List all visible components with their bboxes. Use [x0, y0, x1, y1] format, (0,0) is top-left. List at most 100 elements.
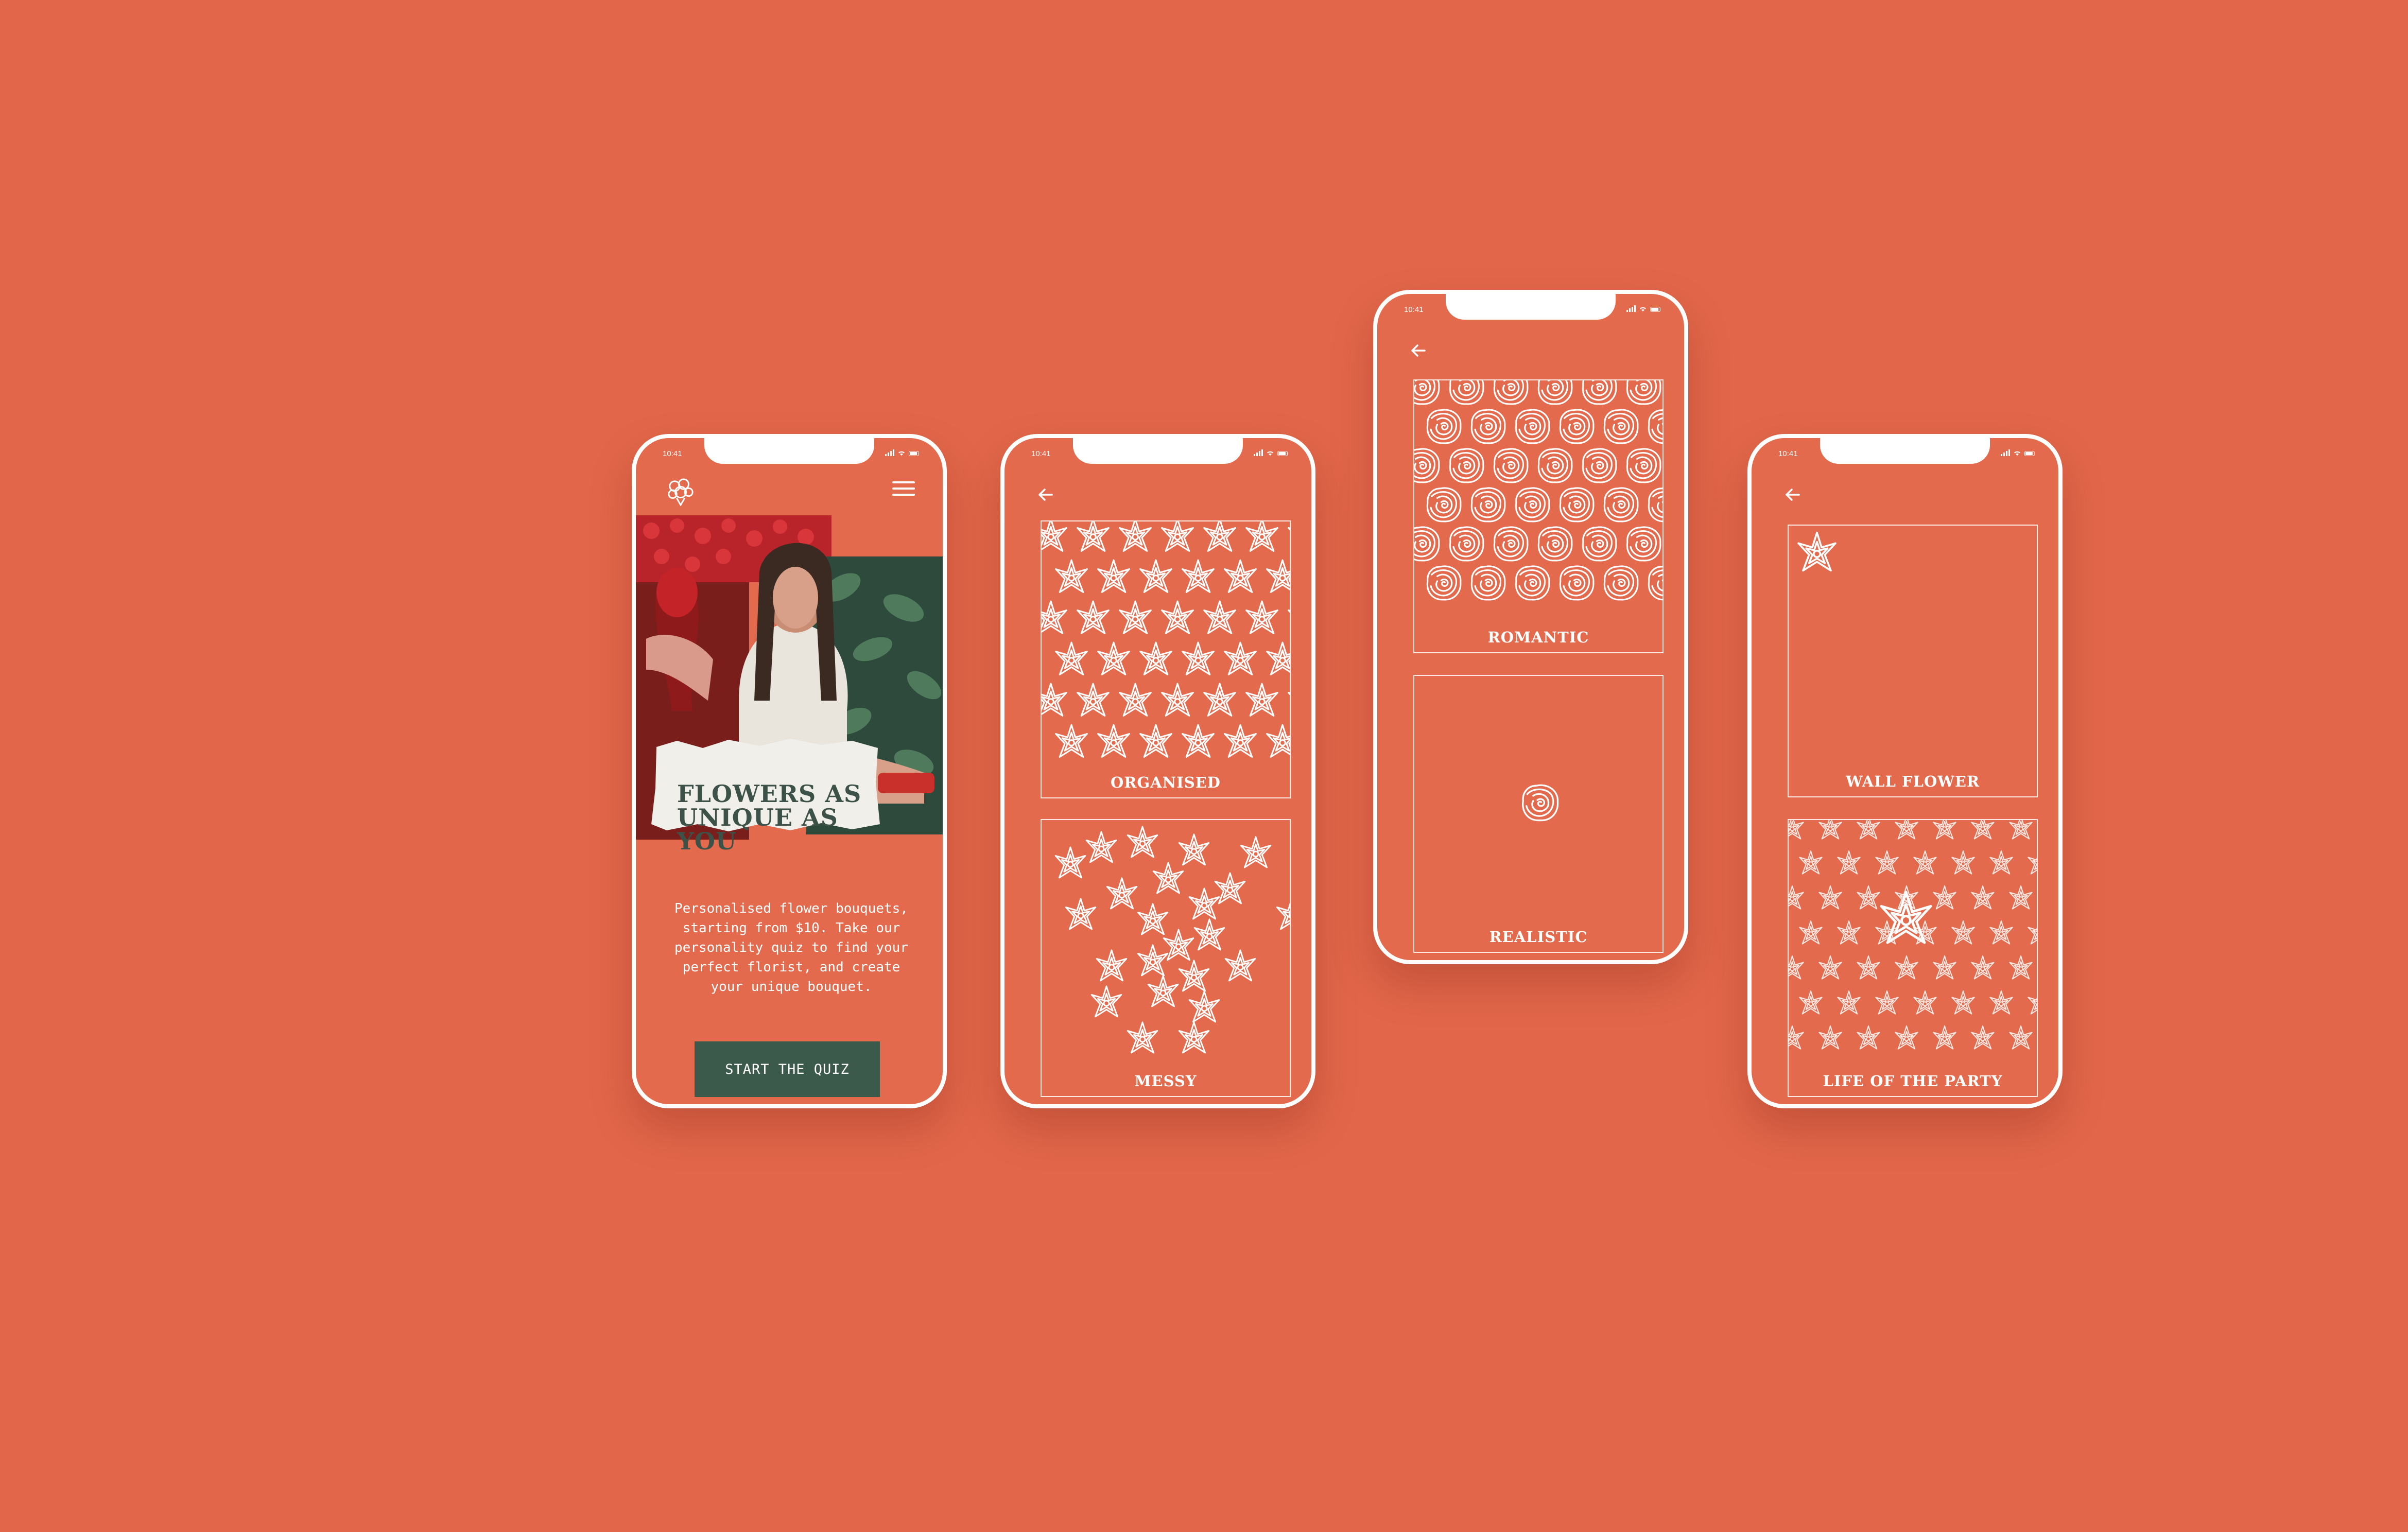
- battery-icon: [909, 451, 919, 456]
- pattern-flower-icon: [1837, 920, 1861, 945]
- pattern-flower-icon: [1188, 887, 1220, 920]
- pattern-flower-icon: [1933, 820, 1956, 840]
- pattern-flower-icon: [1989, 850, 2013, 875]
- pattern-flower-icon: [1971, 955, 1995, 980]
- pattern-flower-icon: [1626, 448, 1661, 483]
- bouquet-logo-icon[interactable]: [666, 478, 696, 506]
- pattern-flower-icon: [1161, 600, 1194, 634]
- pattern-flower-icon: [1648, 565, 1662, 601]
- many-flowers-pattern: [1789, 820, 2037, 1050]
- pattern-flower-icon: [1137, 903, 1169, 935]
- pattern-flower-icon: [1090, 985, 1122, 1018]
- pattern-flower-icon: [1799, 920, 1823, 945]
- pattern-flower-icon: [1789, 955, 1804, 980]
- start-quiz-button[interactable]: START THE QUIZ: [695, 1041, 880, 1097]
- pattern-flower-icon: [1989, 920, 2013, 945]
- pattern-flower-icon: [1042, 683, 1067, 717]
- pattern-flower-icon: [1426, 565, 1462, 601]
- pattern-flower-icon: [1224, 949, 1256, 982]
- single-small-flower-pattern: [1797, 531, 1837, 572]
- pattern-flower-icon: [1470, 565, 1506, 601]
- pattern-flower-icon: [1626, 526, 1661, 562]
- pattern-flower-icon: [1276, 898, 1290, 930]
- pattern-flower-icon: [1224, 724, 1257, 758]
- pattern-flower-icon: [1178, 1021, 1210, 1054]
- pattern-flower-icon: [2028, 850, 2037, 875]
- status-icons: [1626, 305, 1660, 312]
- phone-notch: [1446, 294, 1616, 320]
- pattern-flower-icon: [1857, 955, 1880, 980]
- pattern-flower-icon: [1449, 526, 1484, 562]
- pattern-flower-icon: [1818, 885, 1842, 910]
- pattern-flower-icon: [1139, 641, 1172, 675]
- pattern-flower-icon: [1971, 1025, 1995, 1050]
- status-time: 10:41: [663, 449, 682, 458]
- pattern-flower-icon: [1085, 831, 1117, 863]
- pattern-flower-icon: [1837, 850, 1861, 875]
- pattern-flower-icon: [1895, 820, 1918, 840]
- option-label: LIFE OF THE PARTY: [1823, 1072, 2003, 1090]
- pattern-flower-icon: [1559, 565, 1595, 601]
- pattern-flower-icon: [1147, 975, 1179, 1007]
- option-card-messy[interactable]: MESSY: [1041, 819, 1291, 1097]
- option-card-wall-flower[interactable]: WALL FLOWER: [1788, 525, 2038, 797]
- option-card-romantic[interactable]: ROMANTIC: [1413, 379, 1664, 653]
- pattern-flower-icon: [1493, 526, 1529, 562]
- phone-notch: [1073, 438, 1243, 464]
- back-arrow-icon[interactable]: [1782, 484, 1803, 505]
- status-time: 10:41: [1404, 305, 1424, 314]
- option-card-realistic[interactable]: REALISTIC: [1413, 675, 1664, 953]
- signal-icon: [1626, 305, 1636, 312]
- rose-grid-pattern: [1414, 380, 1662, 601]
- status-icons: [1254, 449, 1288, 456]
- option-card-life-of-the-party[interactable]: LIFE OF THE PARTY: [1788, 819, 2038, 1097]
- pattern-flower-icon: [1789, 820, 1804, 840]
- pattern-flower-icon: [1055, 641, 1088, 675]
- pattern-flower-icon: [1193, 918, 1225, 951]
- pattern-flower-icon: [1603, 487, 1639, 523]
- hamburger-menu-icon[interactable]: [892, 481, 915, 499]
- status-time: 10:41: [1778, 449, 1798, 458]
- pattern-flower-icon: [1933, 955, 1956, 980]
- option-card-organised[interactable]: ORGANISED: [1041, 520, 1291, 798]
- pattern-flower-icon: [1245, 600, 1278, 634]
- pattern-flower-icon: [1537, 448, 1573, 483]
- phone-home-screen: 10:41 FLOWERS AS UNIQUE AS YOU Personali…: [632, 434, 947, 1108]
- pattern-flower-icon: [1971, 820, 1995, 840]
- pattern-flower-icon: [1266, 559, 1290, 593]
- pattern-flower-icon: [1203, 600, 1236, 634]
- pattern-flower-icon: [1096, 949, 1128, 982]
- pattern-flower-icon: [1537, 380, 1573, 405]
- pattern-flower-icon: [1127, 826, 1158, 858]
- pattern-flower-icon: [1789, 1025, 1804, 1050]
- phone-quiz-screen-3: 10:41 WALL FLOWER LIFE OF THE PARTY: [1747, 434, 2063, 1108]
- pattern-flower-icon: [1875, 850, 1899, 875]
- pattern-flower-icon: [1161, 521, 1194, 552]
- pattern-flower-icon: [2009, 1025, 2033, 1050]
- pattern-flower-icon: [1288, 683, 1290, 717]
- pattern-flower-icon: [1515, 409, 1550, 444]
- pattern-flower-icon: [1288, 521, 1290, 552]
- pattern-flower-icon: [1895, 1025, 1918, 1050]
- signal-icon: [2001, 449, 2010, 456]
- pattern-flower-icon: [1163, 929, 1194, 961]
- back-arrow-icon[interactable]: [1035, 484, 1056, 505]
- pattern-flower-icon: [1119, 521, 1152, 552]
- phone-notch: [704, 438, 874, 464]
- pattern-flower-icon: [1203, 683, 1236, 717]
- pattern-flower-icon: [1240, 836, 1272, 868]
- back-arrow-icon[interactable]: [1408, 340, 1429, 361]
- pattern-flower-icon: [1137, 944, 1169, 977]
- pattern-flower-icon: [2028, 990, 2037, 1015]
- pattern-flower-icon: [1493, 380, 1529, 405]
- pattern-flower-icon: [1214, 872, 1246, 904]
- pattern-flower-icon: [1913, 850, 1937, 875]
- pattern-flower-icon: [1055, 724, 1088, 758]
- wifi-icon: [1640, 307, 1646, 311]
- pattern-flower-icon: [1648, 409, 1662, 444]
- pattern-flower-icon: [1077, 521, 1110, 552]
- pattern-flower-icon: [1933, 885, 1956, 910]
- headline-line-2: UNIQUE AS YOU: [677, 804, 838, 855]
- pattern-flower-icon: [1895, 955, 1918, 980]
- headline-line-1: FLOWERS AS: [677, 780, 862, 808]
